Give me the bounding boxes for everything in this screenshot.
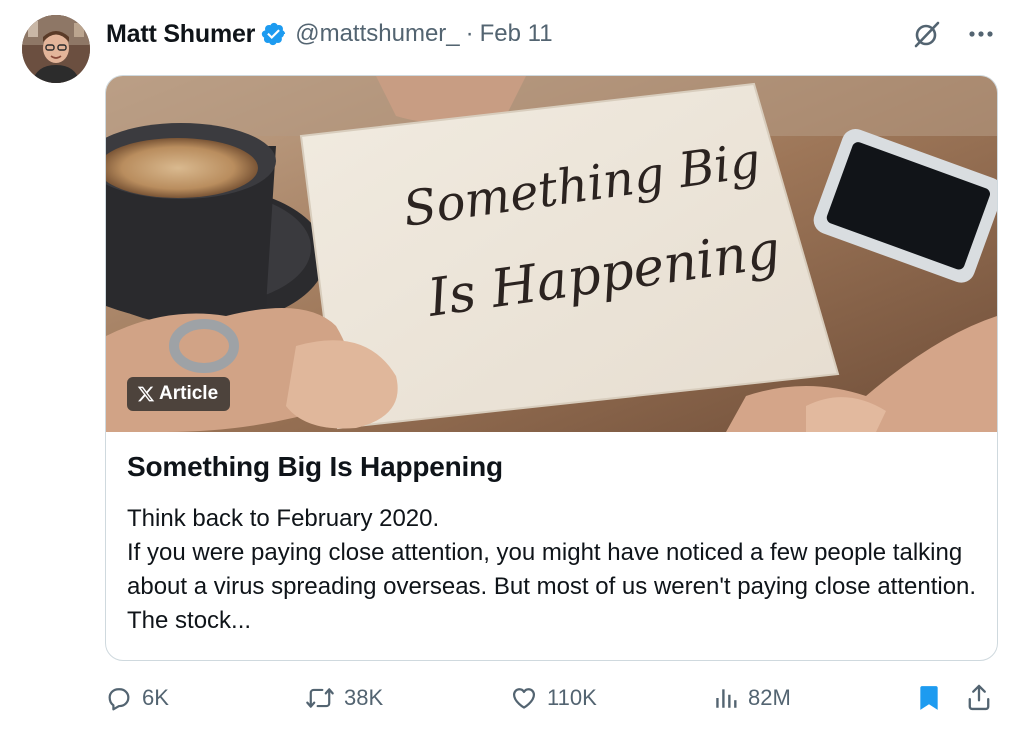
views-chart-icon [716,689,737,708]
tweet-header: Matt Shumer @mattshumer_ · Feb 11 [106,14,994,54]
article-title[interactable]: Something Big Is Happening [127,451,503,483]
avatar-photo [22,15,90,83]
action-bar: 6K 38K 110K 82M [105,678,996,718]
more-icon[interactable] [968,30,994,38]
like-count: 110K [547,685,597,710]
article-card[interactable]: Something Big Is Happening Article Somet… [105,75,998,661]
bookmark-filled-icon [920,686,938,710]
heart-icon [512,688,536,709]
article-badge: Article [127,377,231,411]
repost-count: 38K [344,685,384,710]
view-count: 82M [748,685,791,710]
excerpt-line: If you were paying close attention, you … [127,539,977,634]
excerpt-line: Think back to February 2020. [127,505,440,532]
x-logo-icon [137,386,155,402]
reply-button[interactable]: 6K [105,678,169,718]
share-icon [968,684,990,711]
share-button[interactable] [965,678,993,718]
reply-count: 6K [142,685,169,710]
views-button[interactable]: 82M [713,678,791,718]
author-handle[interactable]: @mattshumer_ [295,20,459,48]
separator-dot: · [465,20,474,47]
repost-button[interactable]: 38K [305,678,383,718]
grok-icon[interactable] [912,19,942,49]
like-button[interactable]: 110K [510,678,597,718]
verified-badge-icon[interactable] [261,21,287,47]
article-excerpt: Think back to February 2020. If you were… [127,502,987,638]
author-name[interactable]: Matt Shumer [106,20,255,49]
avatar[interactable] [22,15,90,83]
bookmark-button[interactable] [916,678,942,718]
article-cover-image: Something Big Is Happening Article [106,76,997,432]
repost-icon [306,688,334,708]
reply-icon [108,688,130,711]
post-date[interactable]: Feb 11 [480,20,553,48]
article-badge-label: Article [159,383,219,404]
